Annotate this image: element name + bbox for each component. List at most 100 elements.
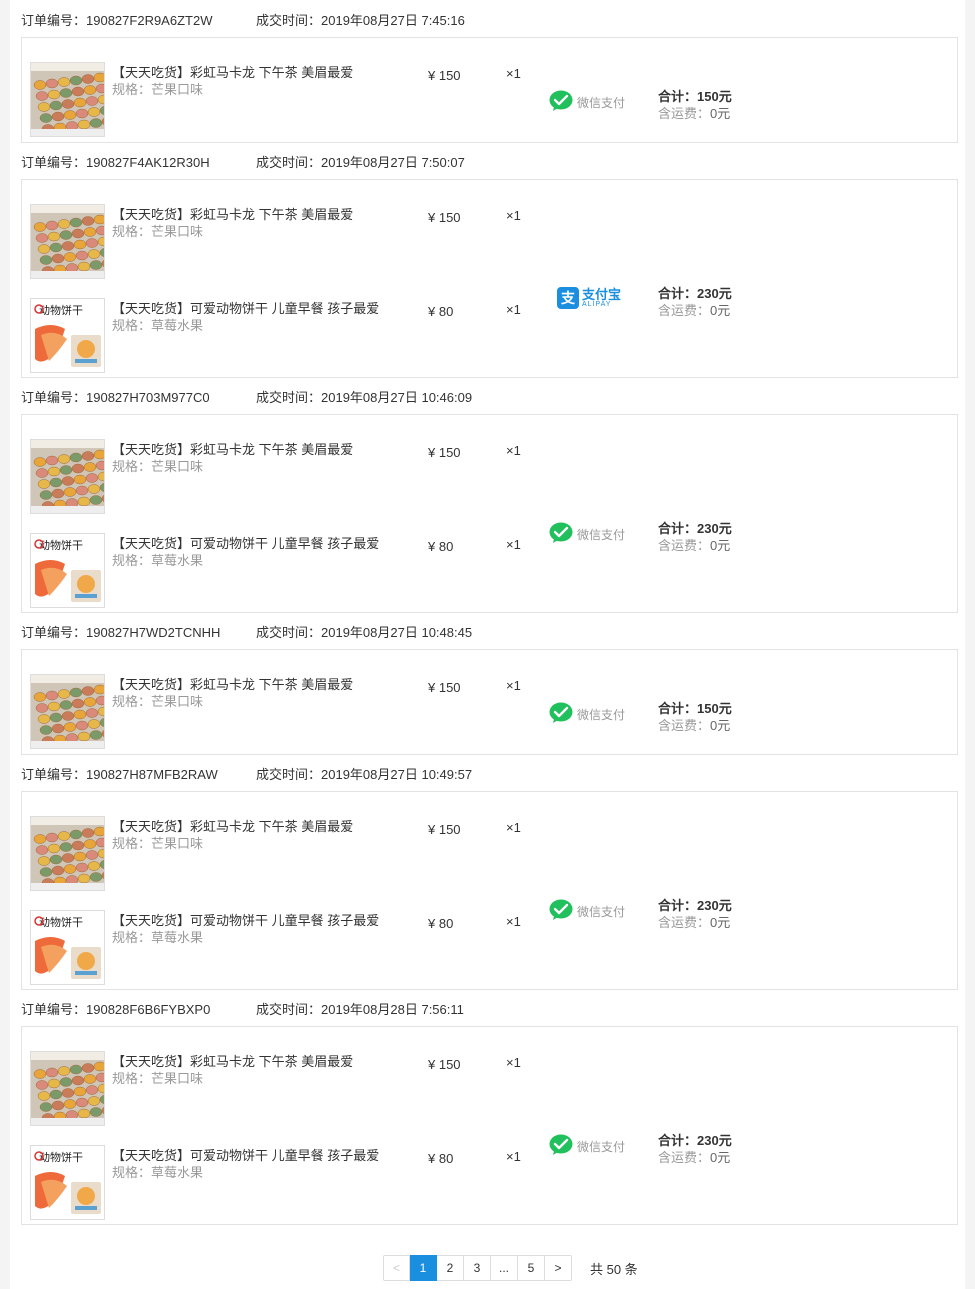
- wechat-pay-icon: [549, 899, 573, 924]
- order-number-value: 190827H703M977C0: [86, 389, 210, 405]
- pagination: < 1 2 3 ... 5 > 共 50 条: [383, 1255, 638, 1281]
- shipping-label: 含运费：: [658, 303, 711, 318]
- order-total: 合计：230元 含运费：0元: [658, 520, 778, 554]
- page-button-1[interactable]: 1: [410, 1255, 437, 1281]
- product-info: 【天天吃货】彩虹马卡龙 下午茶 美眉最爱 规格：芒果口味: [112, 818, 382, 852]
- prev-page-button[interactable]: <: [383, 1255, 410, 1281]
- order-sum-label: 合计：: [658, 521, 698, 536]
- order-time: 成交时间：2019年08月27日 7:50:07: [256, 152, 465, 171]
- order-time-label: 成交时间：: [256, 1001, 322, 1017]
- order-sum-value: 150元: [697, 89, 732, 104]
- product-quantity: ×1: [506, 914, 521, 929]
- alipay-icon: 支: [557, 286, 579, 312]
- order-item: 【天天吃货】彩虹马卡龙 下午茶 美眉最爱 规格：芒果口味 ¥ 150 ×1: [30, 1051, 550, 1127]
- order-card: 【天天吃货】彩虹马卡龙 下午茶 美眉最爱 规格：芒果口味 ¥ 150 ×1 动物饼干 …: [21, 1026, 958, 1225]
- product-quantity: ×1: [506, 66, 521, 81]
- order-number: 订单编号：190828F6B6FYBXP0: [21, 999, 210, 1018]
- shipping-value: 0元: [710, 1150, 731, 1165]
- order-time: 成交时间：2019年08月28日 7:56:11: [256, 999, 464, 1018]
- order-number-value: 190827H87MFB2RAW: [86, 766, 218, 782]
- wechat-pay-icon: [549, 522, 573, 547]
- page-button-2[interactable]: 2: [437, 1255, 464, 1281]
- payment-method: 微信支付: [549, 522, 649, 546]
- animal-biscuit-image[interactable]: 动物饼干: [30, 910, 105, 985]
- svg-text:支: 支: [560, 290, 576, 307]
- page-button-3[interactable]: 3: [464, 1255, 491, 1281]
- product-name[interactable]: 【天天吃货】彩虹马卡龙 下午茶 美眉最爱: [112, 206, 382, 223]
- order-number-label: 订单编号：: [21, 389, 87, 405]
- order-number: 订单编号：190827F2R9A6ZT2W: [21, 10, 212, 29]
- product-name[interactable]: 【天天吃货】可爱动物饼干 儿童早餐 孩子最爱: [112, 912, 382, 929]
- product-price: ¥ 150: [428, 1057, 461, 1072]
- order-sum-label: 合计：: [658, 286, 698, 301]
- product-name[interactable]: 【天天吃货】彩虹马卡龙 下午茶 美眉最爱: [112, 676, 382, 693]
- product-name[interactable]: 【天天吃货】彩虹马卡龙 下午茶 美眉最爱: [112, 818, 382, 835]
- macaron-image[interactable]: [30, 204, 105, 279]
- order-time-label: 成交时间：: [256, 624, 322, 640]
- order-item: 【天天吃货】彩虹马卡龙 下午茶 美眉最爱 规格：芒果口味 ¥ 150 ×1: [30, 816, 550, 892]
- product-quantity: ×1: [506, 208, 521, 223]
- shipping-label: 含运费：: [658, 106, 711, 121]
- order-number: 订单编号：190827H703M977C0: [21, 387, 210, 406]
- order-total: 合计：150元 含运费：0元: [658, 700, 778, 734]
- order-time: 成交时间：2019年08月27日 7:45:16: [256, 10, 465, 29]
- product-quantity: ×1: [506, 1055, 521, 1070]
- order-number-value: 190827F2R9A6ZT2W: [86, 12, 213, 28]
- shipping-label: 含运费：: [658, 718, 711, 733]
- product-name[interactable]: 【天天吃货】彩虹马卡龙 下午茶 美眉最爱: [112, 64, 382, 81]
- product-price: ¥ 80: [428, 1151, 454, 1166]
- product-name[interactable]: 【天天吃货】可爱动物饼干 儿童早餐 孩子最爱: [112, 1147, 382, 1164]
- order-time-value: 2019年08月27日 7:45:16: [321, 12, 465, 28]
- shipping-fee: 含运费：0元: [658, 105, 778, 122]
- product-spec: 规格：芒果口味: [112, 694, 204, 709]
- svg-text:动物饼干: 动物饼干: [39, 303, 83, 317]
- macaron-image[interactable]: [30, 62, 105, 137]
- product-price: ¥ 150: [428, 68, 461, 83]
- animal-biscuit-image[interactable]: 动物饼干: [30, 1145, 105, 1220]
- svg-text:动物饼干: 动物饼干: [39, 538, 83, 552]
- order-time: 成交时间：2019年08月27日 10:48:45: [256, 622, 472, 641]
- shipping-fee: 含运费：0元: [658, 914, 778, 931]
- payment-method: 微信支付: [549, 702, 649, 726]
- product-spec: 规格：芒果口味: [112, 82, 204, 97]
- order-number-label: 订单编号：: [21, 12, 87, 28]
- order-number-label: 订单编号：: [21, 624, 87, 640]
- payment-label: 微信支付: [577, 904, 626, 919]
- order-time-value: 2019年08月27日 10:48:45: [321, 624, 473, 640]
- product-info: 【天天吃货】彩虹马卡龙 下午茶 美眉最爱 规格：芒果口味: [112, 206, 382, 240]
- shipping-label: 含运费：: [658, 538, 711, 553]
- order-number-label: 订单编号：: [21, 766, 87, 782]
- order-time-label: 成交时间：: [256, 154, 322, 170]
- order-sum: 合计：230元: [658, 1132, 778, 1149]
- product-info: 【天天吃货】彩虹马卡龙 下午茶 美眉最爱 规格：芒果口味: [112, 64, 382, 98]
- product-name[interactable]: 【天天吃货】彩虹马卡龙 下午茶 美眉最爱: [112, 1053, 382, 1070]
- order-time-value: 2019年08月27日 10:46:09: [321, 389, 473, 405]
- product-name[interactable]: 【天天吃货】可爱动物饼干 儿童早餐 孩子最爱: [112, 300, 382, 317]
- product-name[interactable]: 【天天吃货】可爱动物饼干 儿童早餐 孩子最爱: [112, 535, 382, 552]
- product-info: 【天天吃货】彩虹马卡龙 下午茶 美眉最爱 规格：芒果口味: [112, 676, 382, 710]
- shipping-value: 0元: [710, 538, 731, 553]
- product-name[interactable]: 【天天吃货】彩虹马卡龙 下午茶 美眉最爱: [112, 441, 382, 458]
- order-sum: 合计：230元: [658, 285, 778, 302]
- shipping-value: 0元: [710, 718, 731, 733]
- next-page-button[interactable]: >: [545, 1255, 572, 1281]
- animal-biscuit-image[interactable]: 动物饼干: [30, 298, 105, 373]
- order-time-value: 2019年08月27日 7:50:07: [321, 154, 465, 170]
- page-ellipsis[interactable]: ...: [491, 1255, 518, 1281]
- product-info: 【天天吃货】彩虹马卡龙 下午茶 美眉最爱 规格：芒果口味: [112, 1053, 382, 1087]
- order-time-value: 2019年08月27日 10:49:57: [321, 766, 473, 782]
- macaron-image[interactable]: [30, 816, 105, 891]
- macaron-image[interactable]: [30, 1051, 105, 1126]
- order-sum-label: 合计：: [658, 1133, 698, 1148]
- shipping-label: 含运费：: [658, 1150, 711, 1165]
- order-total: 合计：230元 含运费：0元: [658, 1132, 778, 1166]
- macaron-image[interactable]: [30, 439, 105, 514]
- macaron-image[interactable]: [30, 674, 105, 749]
- order-list-panel: 订单编号：190827F2R9A6ZT2W 成交时间：2019年08月27日 7:…: [10, 0, 965, 1289]
- order-sum-value: 230元: [697, 286, 732, 301]
- order-sum-label: 合计：: [658, 701, 698, 716]
- page-button-5[interactable]: 5: [518, 1255, 545, 1281]
- order-item: 【天天吃货】彩虹马卡龙 下午茶 美眉最爱 规格：芒果口味 ¥ 150 ×1: [30, 439, 550, 515]
- shipping-value: 0元: [710, 915, 731, 930]
- animal-biscuit-image[interactable]: 动物饼干: [30, 533, 105, 608]
